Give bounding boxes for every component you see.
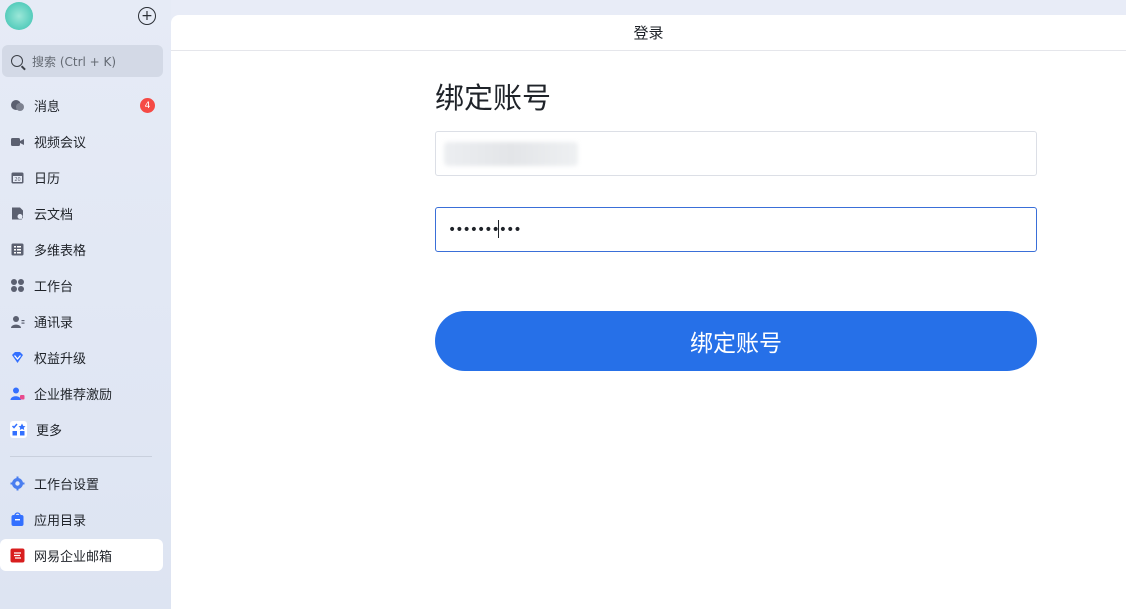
sidebar-divider xyxy=(10,456,152,457)
top-bar: 登录 xyxy=(171,15,1126,51)
sidebar-item-label: 日历 xyxy=(34,171,61,187)
more-apps-icon xyxy=(10,420,27,438)
password-value: •••••••••• xyxy=(448,222,522,238)
sidebar-item-contacts[interactable]: 通讯录 xyxy=(0,305,163,337)
sidebar-item-label: 应用目录 xyxy=(34,513,87,529)
sidebar-item-label: 云文档 xyxy=(34,207,74,223)
bind-account-button[interactable]: 绑定账号 xyxy=(435,311,1037,371)
sidebar-item-label: 工作台设置 xyxy=(34,477,100,493)
sidebar-item-label: 网易企业邮箱 xyxy=(34,549,113,565)
sidebar-item-label: 多维表格 xyxy=(34,243,87,259)
sidebar-item-label: 更多 xyxy=(36,423,63,439)
referral-icon xyxy=(10,386,25,401)
sidebar-item-referral[interactable]: 企业推荐激励 xyxy=(0,377,163,409)
form-heading: 绑定账号 xyxy=(435,81,552,115)
search-placeholder: 搜索 (Ctrl + K) xyxy=(32,54,117,69)
table-icon xyxy=(10,242,25,257)
sidebar-item-label: 权益升级 xyxy=(34,351,87,367)
sidebar-item-video-meeting[interactable]: 视频会议 xyxy=(0,125,163,157)
sidebar-item-netease-mail[interactable]: 网易企业邮箱 xyxy=(0,539,163,571)
bind-account-button-label: 绑定账号 xyxy=(690,331,782,357)
page-title: 登录 xyxy=(633,24,664,42)
sidebar-item-upgrade[interactable]: 权益升级 xyxy=(0,341,163,373)
unread-badge: 4 xyxy=(140,98,155,113)
calendar-icon: 20 xyxy=(10,170,25,185)
video-camera-icon xyxy=(10,134,25,149)
gear-icon xyxy=(10,476,25,491)
sidebar-item-app-directory[interactable]: 应用目录 xyxy=(0,503,163,535)
search-icon xyxy=(11,55,23,67)
text-caret xyxy=(498,220,499,238)
add-button[interactable]: + xyxy=(138,7,156,25)
account-input[interactable] xyxy=(435,131,1037,176)
svg-text:20: 20 xyxy=(14,177,20,183)
cloud-doc-icon xyxy=(10,206,25,221)
sidebar-item-base-table[interactable]: 多维表格 xyxy=(0,233,163,265)
sidebar: + 搜索 (Ctrl + K) 消息 4 视频会议 20 日历 云文档 多维表格… xyxy=(0,0,171,609)
sidebar-item-cloud-docs[interactable]: 云文档 xyxy=(0,197,163,229)
password-input[interactable]: •••••••••• xyxy=(435,207,1037,252)
sidebar-item-label: 消息 xyxy=(34,99,61,115)
sidebar-item-label: 视频会议 xyxy=(34,135,87,151)
account-value-redacted xyxy=(444,142,578,166)
workbench-grid-icon xyxy=(10,278,25,293)
sidebar-item-workbench-settings[interactable]: 工作台设置 xyxy=(0,467,163,499)
sidebar-item-label: 企业推荐激励 xyxy=(34,387,113,403)
plus-icon: + xyxy=(141,8,153,24)
sidebar-item-workbench[interactable]: 工作台 xyxy=(0,269,163,301)
diamond-icon xyxy=(10,350,25,365)
chat-bubble-icon xyxy=(10,98,25,113)
sidebar-item-more[interactable]: 更多 xyxy=(0,413,163,445)
sidebar-item-calendar[interactable]: 20 日历 xyxy=(0,161,163,193)
sidebar-item-messages[interactable]: 消息 4 xyxy=(0,89,163,121)
netease-mail-icon xyxy=(10,548,25,563)
app-bag-icon xyxy=(10,511,25,527)
sidebar-item-label: 通讯录 xyxy=(34,315,74,331)
avatar[interactable] xyxy=(5,2,33,30)
search-input[interactable]: 搜索 (Ctrl + K) xyxy=(2,45,163,77)
main-panel: 登录 绑定账号 •••••••••• 绑定账号 xyxy=(171,15,1126,609)
sidebar-item-label: 工作台 xyxy=(34,279,74,295)
contacts-icon xyxy=(10,314,25,329)
